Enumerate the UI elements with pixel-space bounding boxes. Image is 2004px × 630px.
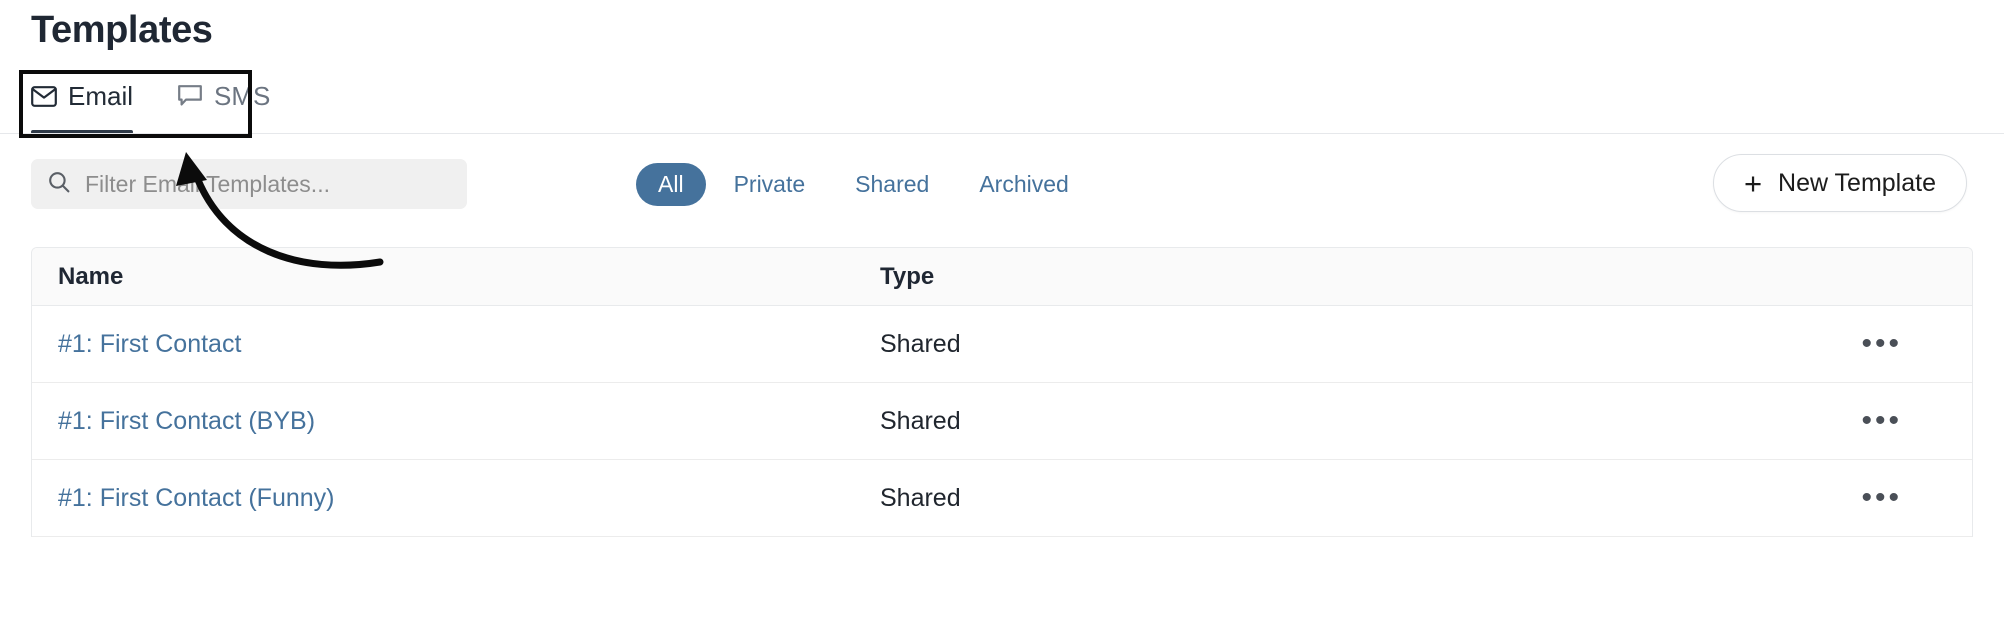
template-name-link[interactable]: #1: First Contact bbox=[58, 330, 241, 358]
template-type-value: Shared bbox=[880, 407, 961, 435]
new-template-button[interactable]: + New Template bbox=[1713, 154, 1967, 212]
filter-pill-all[interactable]: All bbox=[636, 163, 706, 206]
tab-email-label: Email bbox=[68, 83, 133, 109]
tab-email[interactable]: Email bbox=[31, 72, 133, 134]
template-type-value: Shared bbox=[880, 484, 961, 512]
search-input[interactable] bbox=[85, 171, 451, 198]
template-type-value: Shared bbox=[880, 330, 961, 358]
table-row[interactable]: #1: First Contact (Funny) Shared ••• bbox=[32, 460, 1972, 537]
templates-page: Templates Email SMS bbox=[0, 0, 2004, 630]
table-header-row: Name Type bbox=[32, 248, 1972, 306]
row-overflow-menu-icon[interactable]: ••• bbox=[1861, 414, 1902, 428]
tab-sms[interactable]: SMS bbox=[177, 72, 270, 134]
template-name-link[interactable]: #1: First Contact (BYB) bbox=[58, 407, 315, 435]
plus-icon: + bbox=[1744, 168, 1762, 199]
filter-pill-private[interactable]: Private bbox=[712, 163, 828, 206]
column-header-type: Type bbox=[880, 263, 1670, 291]
filter-pill-archived[interactable]: Archived bbox=[957, 163, 1090, 206]
envelope-icon bbox=[31, 86, 57, 107]
table-row[interactable]: #1: First Contact Shared ••• bbox=[32, 306, 1972, 383]
templates-toolbar: All Private Shared Archived + New Templa… bbox=[0, 134, 2004, 242]
new-template-label: New Template bbox=[1778, 171, 1936, 196]
search-field-container[interactable] bbox=[31, 159, 467, 209]
chat-bubble-icon bbox=[177, 84, 203, 108]
table-row[interactable]: #1: First Contact (BYB) Shared ••• bbox=[32, 383, 1972, 460]
search-icon bbox=[47, 170, 71, 199]
template-type-tabs: Email SMS bbox=[31, 72, 314, 134]
row-overflow-menu-icon[interactable]: ••• bbox=[1861, 337, 1902, 351]
templates-table: Name Type #1: First Contact Shared ••• #… bbox=[31, 247, 1973, 537]
page-title: Templates bbox=[31, 8, 213, 52]
filter-pill-group: All Private Shared Archived bbox=[636, 159, 1091, 209]
template-name-link[interactable]: #1: First Contact (Funny) bbox=[58, 484, 334, 512]
filter-pill-shared[interactable]: Shared bbox=[833, 163, 951, 206]
column-header-name: Name bbox=[32, 263, 880, 291]
tab-sms-label: SMS bbox=[214, 83, 270, 109]
row-overflow-menu-icon[interactable]: ••• bbox=[1861, 491, 1902, 505]
